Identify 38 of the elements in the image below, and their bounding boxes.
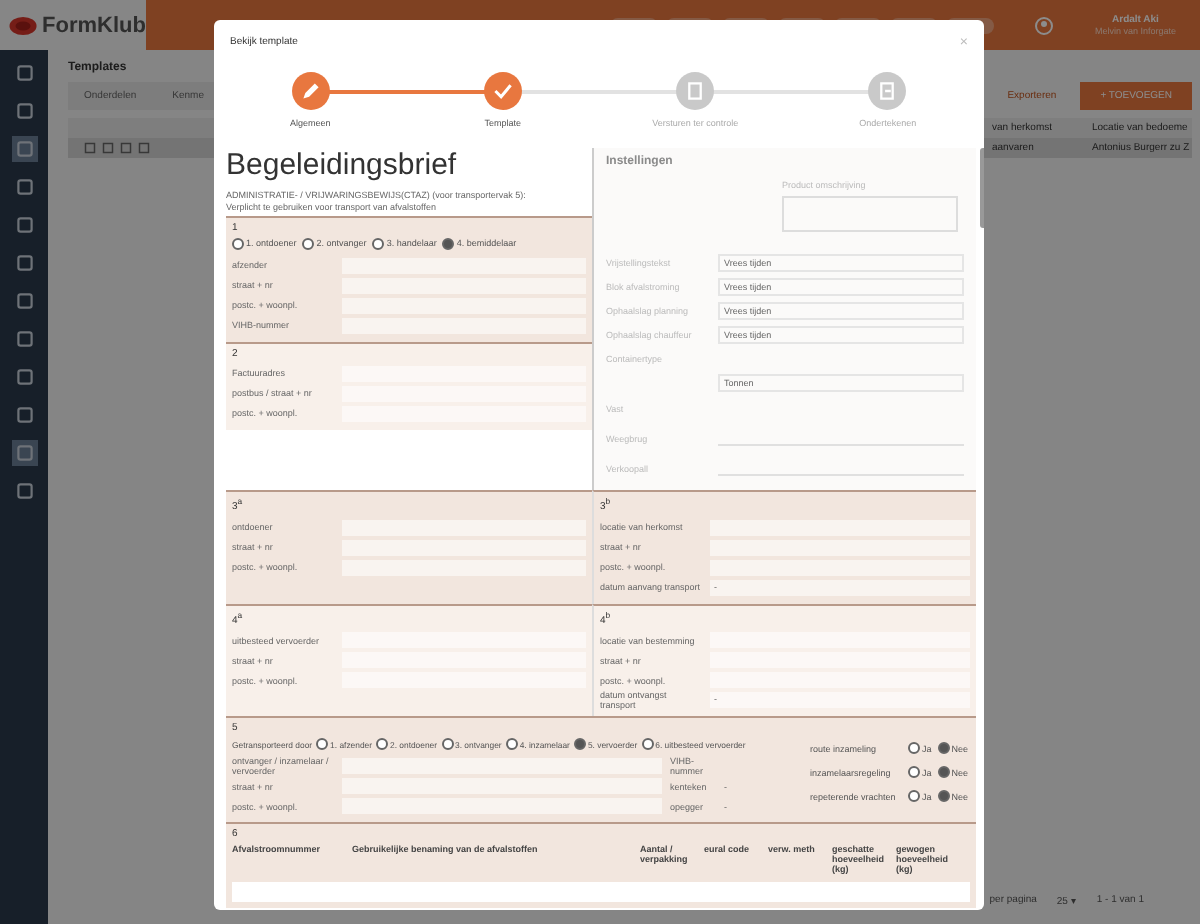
square-icon[interactable]: [11, 212, 37, 238]
radio-button[interactable]: [376, 738, 388, 751]
radio-button[interactable]: [937, 766, 950, 779]
square-icon[interactable]: [11, 326, 37, 352]
square-icon[interactable]: [11, 174, 37, 200]
radio-button[interactable]: [573, 738, 586, 751]
radio-button[interactable]: [372, 237, 385, 250]
logo[interactable]: FormKlub: [0, 0, 146, 50]
radio-button[interactable]: [908, 742, 920, 755]
square-icon[interactable]: [11, 440, 37, 466]
sign-icon[interactable]: [868, 72, 907, 110]
square-icon[interactable]: [11, 98, 37, 124]
radio-button[interactable]: [937, 790, 950, 803]
logo-icon: [8, 11, 39, 39]
radio-button[interactable]: [908, 766, 920, 779]
radio-button[interactable]: [908, 790, 920, 803]
pencil-icon[interactable]: [291, 72, 330, 110]
square-icon[interactable]: [11, 478, 37, 504]
radio-button[interactable]: [441, 738, 454, 751]
radio-button[interactable]: [505, 738, 518, 751]
square-icon[interactable]: [11, 288, 37, 314]
document-icon[interactable]: [676, 72, 715, 110]
square-icon[interactable]: [11, 136, 37, 162]
user-icon[interactable]: [1034, 15, 1055, 35]
brand-name: FormKlub: [42, 13, 146, 37]
radio-button[interactable]: [232, 237, 244, 250]
radio-button[interactable]: [316, 738, 329, 751]
form-title: Begeleidingsbrief: [226, 148, 459, 182]
square-icon[interactable]: [11, 250, 37, 276]
description-field[interactable]: [782, 196, 958, 232]
square-icon[interactable]: [11, 402, 37, 428]
radio-button[interactable]: [302, 237, 315, 250]
square-icon[interactable]: [11, 60, 37, 86]
square-icon[interactable]: [11, 364, 37, 390]
radio-button[interactable]: [937, 742, 950, 755]
check-icon[interactable]: [483, 72, 522, 110]
radio-button[interactable]: [442, 237, 455, 250]
radio-button[interactable]: [641, 738, 654, 751]
